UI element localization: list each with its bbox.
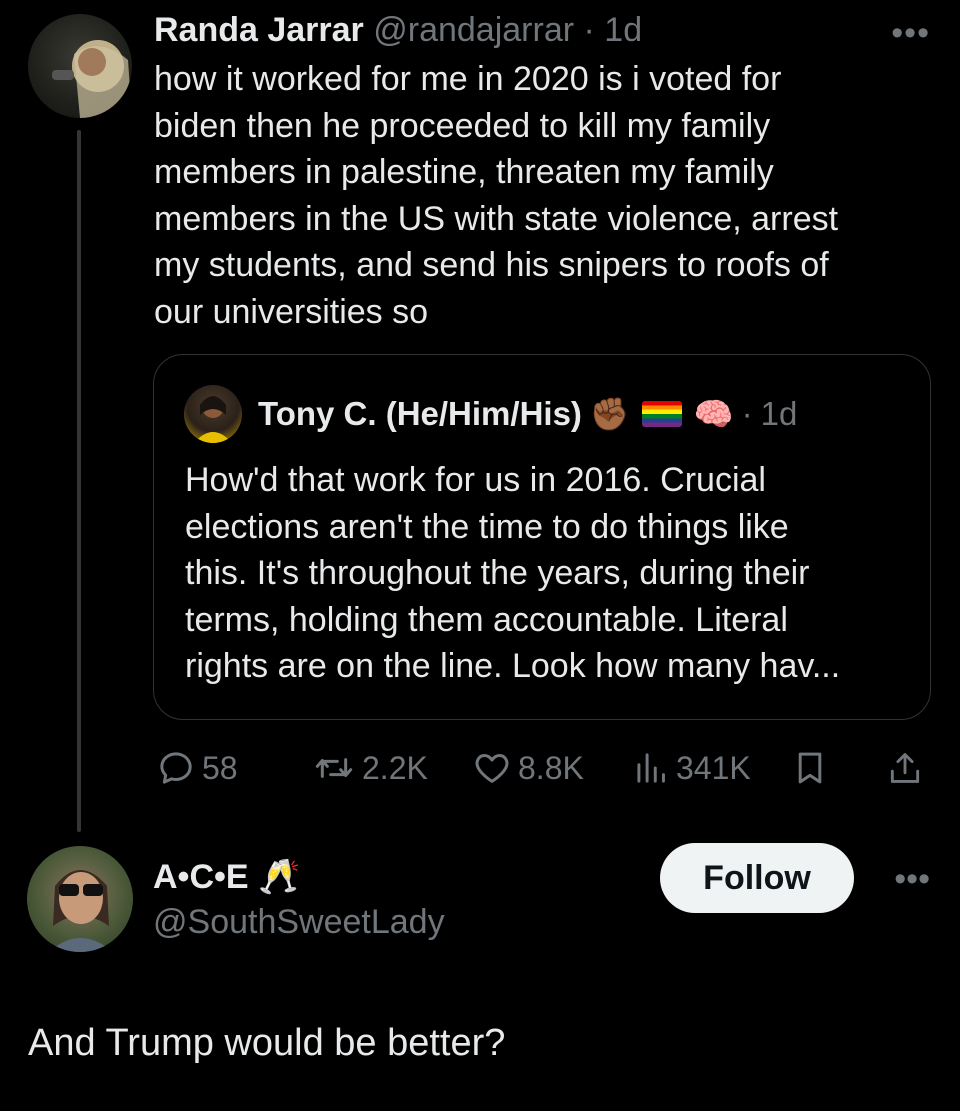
- reply-author-name[interactable]: A•C•E 🥂: [153, 857, 300, 897]
- like-button[interactable]: 8.8K: [472, 746, 584, 790]
- quoted-tweet-time: 1d: [760, 395, 798, 432]
- separator-dot: ·: [741, 395, 753, 432]
- reply-author-handle[interactable]: @SouthSweetLady: [153, 902, 445, 942]
- heart-icon: [475, 754, 509, 783]
- raised-fist-emoji: ✊🏾: [589, 396, 630, 432]
- reply-icon: [160, 752, 192, 784]
- share-icon: [890, 753, 920, 783]
- repost-button[interactable]: 2.2K: [312, 746, 428, 790]
- repost-count: 2.2K: [362, 749, 428, 786]
- like-count: 8.8K: [518, 749, 584, 786]
- rainbow-flag-icon: [641, 401, 682, 427]
- quoted-tweet-header: Tony C. (He/Him/His) ✊🏾 🧠 · 1d: [258, 394, 797, 434]
- quoted-avatar-image: [194, 396, 232, 443]
- quoted-author-avatar: [184, 385, 242, 443]
- brain-emoji: 🧠: [693, 396, 734, 432]
- tweet-time[interactable]: 1d: [604, 11, 642, 49]
- thread-connector-line: [77, 130, 81, 832]
- reply-button[interactable]: 58: [156, 746, 238, 790]
- author-handle[interactable]: @randajarrar: [373, 11, 574, 49]
- views-count: 341K: [676, 749, 751, 786]
- views-button[interactable]: 341K: [634, 746, 751, 790]
- reply-body-text: And Trump would be better?: [28, 1022, 506, 1064]
- share-button[interactable]: [886, 746, 924, 790]
- bookmark-icon: [798, 752, 822, 784]
- author-name[interactable]: Randa Jarrar: [154, 11, 364, 49]
- follow-button[interactable]: Follow: [660, 843, 854, 913]
- avatar-image: [52, 40, 132, 118]
- bookmark-button[interactable]: [792, 746, 828, 790]
- reply-avatar-image: [49, 870, 113, 952]
- views-chart-icon: [637, 753, 665, 783]
- repost-icon: [315, 758, 353, 778]
- more-options-icon[interactable]: •••: [891, 14, 930, 53]
- separator-dot: ·: [583, 11, 595, 49]
- reply-count: 58: [202, 749, 238, 786]
- tweet-body-text: how it worked for me in 2020 is i voted …: [154, 60, 839, 331]
- quoted-tweet-text: How'd that work for us in 2016. Crucial …: [185, 461, 841, 685]
- tweet-header: Randa Jarrar @randajarrar · 1d: [154, 10, 642, 50]
- reply-author-avatar[interactable]: [27, 846, 133, 952]
- author-avatar[interactable]: [28, 14, 132, 118]
- reply-more-options-icon[interactable]: •••: [894, 860, 930, 899]
- quoted-author-name: Tony C. (He/Him/His): [258, 395, 582, 432]
